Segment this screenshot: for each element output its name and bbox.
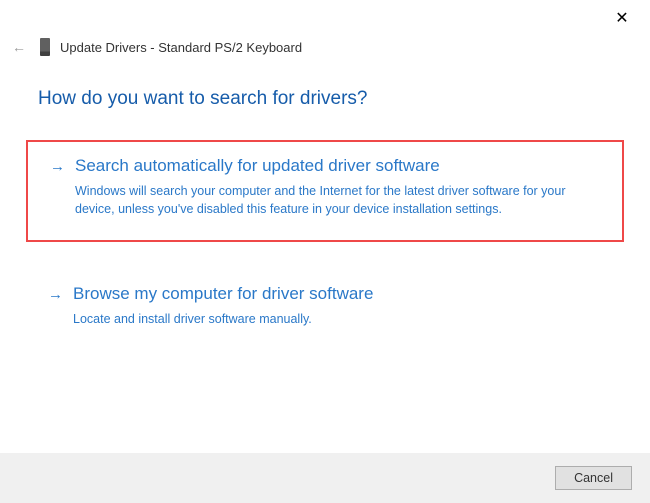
device-icon — [40, 38, 50, 56]
option-title: Browse my computer for driver software — [73, 284, 373, 304]
close-button[interactable]: ✕ — [602, 4, 642, 32]
header-row: ← Update Drivers - Standard PS/2 Keyboar… — [0, 34, 650, 60]
arrow-right-icon: → — [48, 286, 63, 303]
options-area: → Search automatically for updated drive… — [0, 110, 650, 350]
option-title: Search automatically for updated driver … — [75, 156, 440, 176]
option-description: Locate and install driver software manua… — [48, 310, 568, 328]
option-title-row: → Search automatically for updated drive… — [50, 156, 606, 176]
window-title: Update Drivers - Standard PS/2 Keyboard — [60, 40, 302, 55]
option-browse-computer[interactable]: → Browse my computer for driver software… — [26, 270, 624, 350]
option-search-automatically[interactable]: → Search automatically for updated drive… — [26, 140, 624, 242]
back-button[interactable]: ← — [8, 39, 30, 55]
page-heading: How do you want to search for drivers? — [0, 60, 650, 110]
arrow-right-icon: → — [50, 158, 65, 175]
close-icon: ✕ — [615, 8, 628, 28]
footer: Cancel — [0, 453, 650, 503]
cancel-button[interactable]: Cancel — [555, 466, 632, 490]
option-title-row: → Browse my computer for driver software — [48, 284, 608, 304]
titlebar: ✕ — [0, 0, 650, 34]
option-description: Windows will search your computer and th… — [50, 182, 570, 218]
